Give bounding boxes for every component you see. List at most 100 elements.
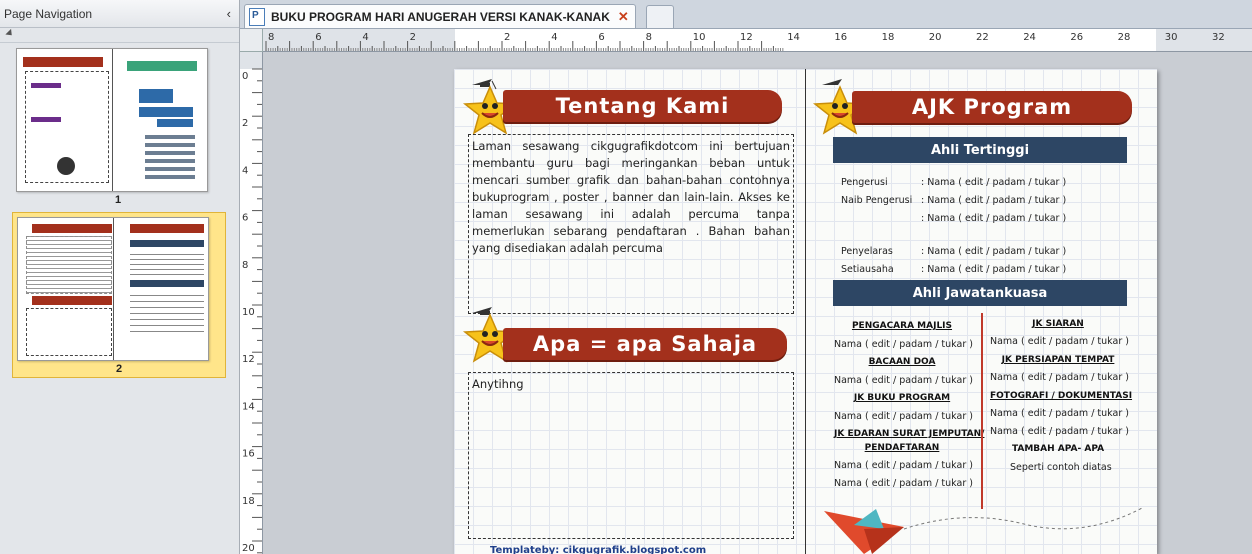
footer-credit: Templateby: cikgugrafik.blogspot.com (490, 545, 707, 554)
ajk-banner: AJK Program (852, 91, 1132, 123)
committee-head: PENGACARA MAJLIS (851, 321, 953, 331)
committee-name[interactable]: Seperti contoh diatas (1010, 462, 1112, 473)
ruler-label: 16 (242, 449, 255, 460)
ruler-label: 18 (882, 32, 895, 43)
thumbnail-number: 1 (114, 194, 122, 206)
top-committee-bar: Ahli Tertinggi (833, 137, 1127, 163)
ruler-label: 12 (242, 354, 255, 365)
publisher-document-icon (249, 7, 265, 26)
row-value: : Nama ( edit / padam / tukar ) (921, 177, 1067, 188)
thumbnail-number: 2 (115, 363, 123, 375)
row-label: Penyelaras (841, 246, 893, 257)
publication-workspace: Tentang Kami Laman sesawang cikgugrafikd… (263, 52, 1252, 554)
ruler-label: 28 (1118, 32, 1131, 43)
committee-row[interactable]: Penyelaras : Nama ( edit / padam / tukar … (841, 246, 1066, 257)
about-heading: Tentang Kami (555, 94, 730, 118)
row-value: : Nama ( edit / padam / tukar ) (921, 246, 1067, 257)
committee-row[interactable]: Pengerusi: Nama ( edit / padam / tukar ) (841, 177, 1066, 188)
committee-name[interactable]: Nama ( edit / padam / tukar ) (834, 411, 973, 422)
row-value: : Nama ( edit / padam / tukar ) (921, 195, 1067, 206)
row-value: : Nama ( edit / padam / tukar ) (921, 264, 1067, 275)
ruler-label: 18 (242, 496, 255, 507)
ruler-label: 6 (242, 213, 248, 224)
about-body: Laman sesawang cikgugrafikdotcom ini ber… (472, 139, 790, 255)
document-tab-bar: BUKU PROGRAM HARI ANUGERAH VERSI KANAK-K… (240, 0, 1252, 29)
new-tab-button[interactable] (646, 5, 674, 28)
thumbnail-image (16, 48, 208, 192)
ruler-label: 8 (646, 32, 652, 43)
committee-head: JK SIARAN (1032, 319, 1084, 329)
ruler-label: 14 (242, 401, 255, 412)
ruler-label: 2 (504, 32, 510, 43)
top-committee-title: Ahli Tertinggi (930, 142, 1030, 158)
row-label: Setiausaha (841, 264, 894, 275)
committee-name[interactable]: Nama ( edit / padam / tukar ) (990, 336, 1129, 347)
ruler-label: 4 (242, 165, 248, 176)
about-banner: Tentang Kami (503, 90, 782, 122)
ruler-label: 6 (598, 32, 604, 43)
ruler-corner (240, 29, 263, 52)
committee-row[interactable]: Naib Pengerusi : Nama ( edit / padam / tu… (841, 195, 1066, 206)
row-label: Naib Pengerusi (841, 195, 913, 206)
ruler-label: 2 (410, 32, 416, 43)
horizontal-ruler[interactable]: 8 6 4 2 2 4 6 8 10 12 14 16 18 20 22 24 26 28 30 32 (263, 29, 1252, 52)
ruler-label: 26 (1070, 32, 1083, 43)
ruler-label: 32 (1212, 32, 1225, 43)
committee-head: PENDAFTARAN (864, 443, 940, 453)
document-tab[interactable]: BUKU PROGRAM HARI ANUGERAH VERSI KANAK-K… (244, 4, 636, 28)
page-navigation-pane: Page Navigation ‹ 1 2 (0, 0, 240, 554)
committee-name[interactable]: Nama ( edit / padam / tukar ) (990, 372, 1129, 383)
ruler-label: 22 (976, 32, 989, 43)
ruler-label: 16 (834, 32, 847, 43)
ruler-label: 10 (693, 32, 706, 43)
committee-head: FOTOGRAFI / DOKUMENTASI (990, 391, 1133, 401)
ruler-label: 12 (740, 32, 753, 43)
about-text-frame[interactable]: Laman sesawang cikgugrafikdotcom ini ber… (468, 134, 794, 314)
committee-row[interactable]: : Nama ( edit / padam / tukar ) (841, 213, 1066, 224)
ruler-label: 8 (268, 32, 274, 43)
ruler-label: 4 (362, 32, 368, 43)
committee-name[interactable]: Nama ( edit / padam / tukar ) (834, 339, 973, 350)
committee-name[interactable]: Nama ( edit / padam / tukar ) (834, 460, 973, 471)
misc-body: Anytihng (472, 377, 524, 391)
page-fold-line (805, 69, 806, 554)
row-value: : Nama ( edit / padam / tukar ) (921, 213, 1067, 224)
page-thumbnail-1[interactable]: 1 (12, 48, 224, 206)
committee-head: JK EDARAN SURAT JEMPUTAN/ (834, 429, 985, 439)
committee-head: JK BUKU PROGRAM (853, 393, 951, 403)
ajk-heading: AJK Program (911, 95, 1073, 119)
document-tab-title: BUKU PROGRAM HARI ANUGERAH VERSI KANAK-K… (271, 9, 610, 24)
committee-head: TAMBAH APA- APA (1011, 444, 1105, 454)
ruler-label: 20 (929, 32, 942, 43)
expand-triangle-icon[interactable] (5, 28, 15, 39)
committee-name[interactable]: Nama ( edit / padam / tukar ) (990, 426, 1129, 437)
publication-spread[interactable]: Tentang Kami Laman sesawang cikgugrafikd… (454, 69, 1157, 554)
ruler-label: 14 (787, 32, 800, 43)
vertical-ruler-ticks: 0 2 4 6 8 10 12 14 16 18 20 (242, 68, 262, 554)
column-divider (981, 313, 983, 509)
ruler-label: 6 (315, 32, 321, 43)
nav-header: Page Navigation ‹ (0, 0, 239, 28)
committee-row[interactable]: Setiausaha : Nama ( edit / padam / tukar … (841, 264, 1066, 275)
close-icon[interactable]: ✕ (618, 9, 629, 25)
ruler-label: 2 (242, 118, 248, 129)
committee-name[interactable]: Nama ( edit / padam / tukar ) (990, 408, 1129, 419)
horizontal-ruler-ticks: 8 6 4 2 2 4 6 8 10 12 14 16 18 20 22 24 26 28 30 32 (265, 32, 1225, 51)
working-committee-title: Ahli Jawatankuasa (912, 285, 1048, 301)
misc-banner: Apa = apa Sahaja (503, 328, 787, 360)
page-thumbnail-2-selected[interactable]: 2 (12, 212, 226, 378)
ruler-label: 30 (1165, 32, 1178, 43)
misc-heading: Apa = apa Sahaja (532, 332, 758, 356)
ruler-label: 20 (242, 543, 255, 554)
committee-head: JK PERSIAPAN TEMPAT (1001, 355, 1115, 365)
paper-plane-icon (824, 506, 1145, 554)
committee-name[interactable]: Nama ( edit / padam / tukar ) (834, 375, 973, 386)
working-committee-bar: Ahli Jawatankuasa (833, 280, 1127, 306)
nav-subheader (0, 28, 239, 43)
committee-name[interactable]: Nama ( edit / padam / tukar ) (834, 478, 973, 489)
collapse-icon[interactable]: ‹ (227, 6, 231, 21)
vertical-ruler[interactable]: 0 2 4 6 8 10 12 14 16 18 20 (240, 52, 263, 554)
misc-text-frame[interactable]: Anytihng (468, 372, 794, 539)
ruler-label: 10 (242, 307, 255, 318)
thumbnail-image (17, 217, 209, 361)
